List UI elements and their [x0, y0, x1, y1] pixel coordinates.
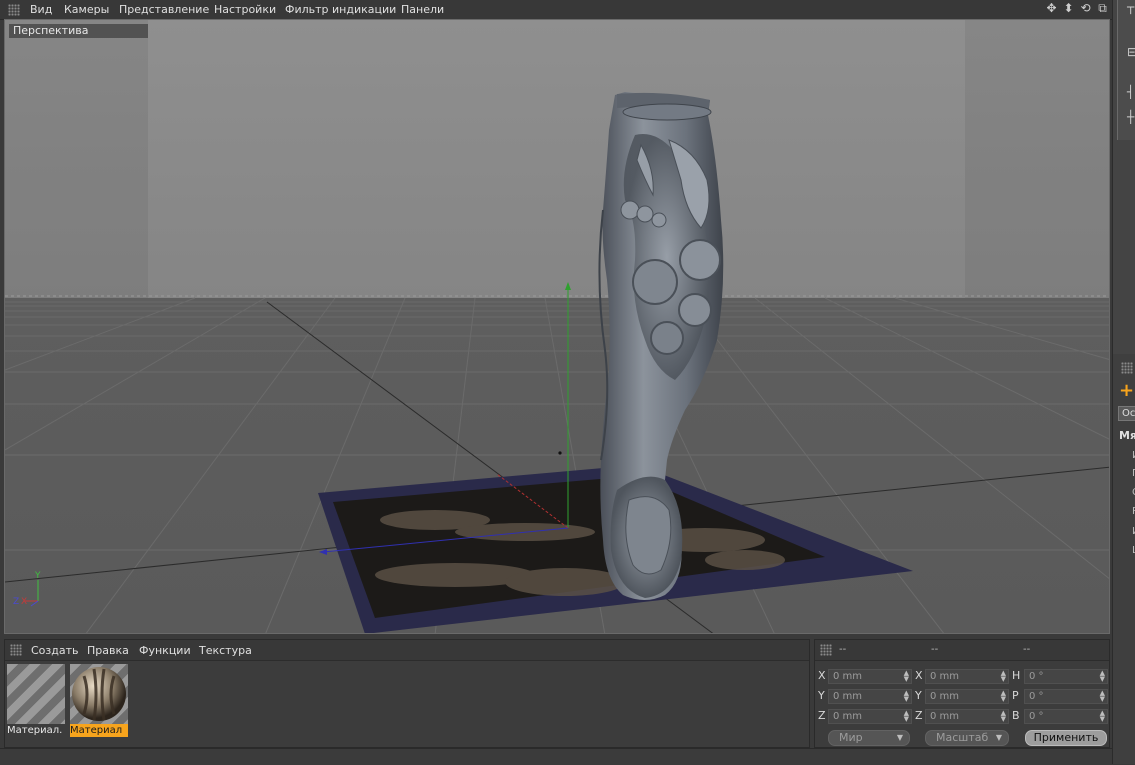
stepper-icon[interactable]: ▲ ▼: [1100, 670, 1105, 683]
stepper-icon[interactable]: ▲ ▼: [904, 690, 909, 703]
material-label[interactable]: Материал.: [7, 724, 65, 737]
menu-filter[interactable]: Фильтр индикации: [285, 3, 396, 16]
perspective-viewport[interactable]: Y Z X Перспектива: [4, 19, 1110, 634]
chevron-down-icon: ▼: [896, 733, 903, 742]
pos-z-value: 0 mm: [833, 711, 863, 722]
panel-grip-icon[interactable]: [8, 4, 20, 16]
stepper-icon[interactable]: ▲ ▼: [1100, 710, 1105, 723]
pos-y-field[interactable]: 0 mm ▲ ▼: [828, 689, 912, 704]
pos-x-label: X: [818, 669, 826, 682]
stepper-icon[interactable]: ▲ ▼: [1100, 690, 1105, 703]
menu-cameras[interactable]: Камеры: [64, 3, 109, 16]
menu-texture[interactable]: Текстура: [199, 644, 252, 657]
size-y-label: Y: [915, 689, 922, 702]
material-menubar: Создать Правка Функции Текстура: [5, 640, 809, 661]
menu-display[interactable]: Представление: [119, 3, 209, 16]
pos-z-label: Z: [818, 709, 826, 722]
size-x-field[interactable]: 0 mm ▲ ▼: [925, 669, 1009, 684]
viewport-menubar: Вид Камеры Представление Настройки Фильт…: [0, 0, 1112, 20]
right-dock-strip: ┬ ⊟ ┤ ┼ + Ос Мя И П С Р И L: [1112, 0, 1135, 764]
attributes-manager-edge: + Ос Мя И П С Р И L: [1113, 354, 1135, 764]
rot-p-label: P: [1012, 689, 1019, 702]
apply-button[interactable]: Применить: [1025, 730, 1107, 746]
rot-h-field[interactable]: 0 ° ▲ ▼: [1024, 669, 1108, 684]
collapse-icon[interactable]: ⊟: [1127, 45, 1135, 59]
size-z-label: Z: [915, 709, 923, 722]
axis-x-label: X: [21, 597, 27, 607]
menu-view[interactable]: Вид: [30, 3, 52, 16]
hierarchy-line-icon: ┼: [1127, 110, 1135, 124]
menu-create[interactable]: Создать: [31, 644, 79, 657]
add-icon[interactable]: +: [1119, 380, 1134, 401]
viewport-scene: Y Z X: [5, 20, 1109, 633]
hierarchy-line-icon: ┤: [1127, 85, 1135, 99]
menu-edit[interactable]: Правка: [87, 644, 129, 657]
rot-p-field[interactable]: 0 ° ▲ ▼: [1024, 689, 1108, 704]
hierarchy-line-icon: ┬: [1127, 0, 1135, 14]
material-item[interactable]: Материал.: [7, 664, 65, 736]
size-z-field[interactable]: 0 mm ▲ ▼: [925, 709, 1009, 724]
object-pivot-point: [558, 451, 562, 455]
material-empty-preview[interactable]: [7, 664, 65, 724]
coordinates-manager: -- -- -- X 0 mm ▲ ▼ X 0 mm ▲ ▼ H 0 ° ▲ ▼ Y 0 m…: [814, 639, 1110, 748]
pos-y-value: 0 mm: [833, 691, 863, 702]
move-view-icon[interactable]: ✥: [1044, 1, 1059, 16]
viewport-background: [5, 20, 1109, 298]
object-manager-edge: ┬ ⊟ ┤ ┼: [1117, 0, 1135, 140]
rot-h-value: 0 °: [1029, 671, 1044, 682]
rot-h-label: H: [1012, 669, 1021, 682]
menu-panels[interactable]: Панели: [401, 3, 444, 16]
stepper-icon[interactable]: ▲ ▼: [1001, 690, 1006, 703]
pos-z-field[interactable]: 0 mm ▲ ▼: [828, 709, 912, 724]
rotation-column-header: --: [1023, 644, 1031, 655]
panel-grip-icon[interactable]: [820, 644, 832, 656]
toggle-layout-icon[interactable]: ⧉: [1095, 1, 1110, 16]
size-mode-dropdown[interactable]: Масштаб ▼: [925, 730, 1009, 746]
size-mode-value: Масштаб: [936, 731, 989, 744]
panel-grip-icon[interactable]: [1121, 362, 1133, 374]
axis-z-label: Z: [13, 597, 19, 607]
size-z-value: 0 mm: [930, 711, 960, 722]
status-bar: [0, 748, 1112, 765]
zoom-view-icon[interactable]: ⬍: [1061, 1, 1076, 16]
size-x-value: 0 mm: [930, 671, 960, 682]
stepper-icon[interactable]: ▲ ▼: [904, 710, 909, 723]
view-navigation: ✥ ⬍ ⟲ ⧉: [1044, 1, 1110, 17]
pos-y-label: Y: [818, 689, 825, 702]
stepper-icon[interactable]: ▲ ▼: [904, 670, 909, 683]
chevron-down-icon: ▼: [995, 733, 1002, 742]
material-manager: Создать Правка Функции Текстура Материал…: [4, 639, 810, 748]
coordinate-system-value: Мир: [839, 731, 863, 744]
position-column-header: --: [839, 644, 847, 655]
coordinate-system-dropdown[interactable]: Мир ▼: [828, 730, 910, 746]
viewport-camera-label[interactable]: Перспектива: [9, 24, 148, 38]
pos-x-value: 0 mm: [833, 671, 863, 682]
coordinates-header: -- -- --: [815, 640, 1109, 661]
attributes-heading: Мя: [1119, 429, 1135, 442]
rot-b-value: 0 °: [1029, 711, 1044, 722]
rot-b-field[interactable]: 0 ° ▲ ▼: [1024, 709, 1108, 724]
basic-tab-button[interactable]: Ос: [1118, 406, 1135, 421]
size-y-field[interactable]: 0 mm ▲ ▼: [925, 689, 1009, 704]
panel-grip-icon[interactable]: [10, 644, 22, 656]
material-item-selected[interactable]: Материал: [70, 664, 128, 737]
stepper-icon[interactable]: ▲ ▼: [1001, 670, 1006, 683]
size-x-label: X: [915, 669, 923, 682]
size-y-value: 0 mm: [930, 691, 960, 702]
rotate-view-icon[interactable]: ⟲: [1078, 1, 1093, 16]
size-column-header: --: [931, 644, 939, 655]
rot-b-label: B: [1012, 709, 1020, 722]
stepper-icon[interactable]: ▲ ▼: [1001, 710, 1006, 723]
material-label-selected[interactable]: Материал: [70, 724, 128, 737]
axis-y-label: Y: [34, 571, 41, 581]
menu-functions[interactable]: Функции: [139, 644, 191, 657]
pos-x-field[interactable]: 0 mm ▲ ▼: [828, 669, 912, 684]
menu-options[interactable]: Настройки: [214, 3, 276, 16]
material-sphere-preview[interactable]: [70, 664, 128, 724]
rot-p-value: 0 °: [1029, 691, 1044, 702]
material-sphere-icon: [72, 667, 126, 721]
